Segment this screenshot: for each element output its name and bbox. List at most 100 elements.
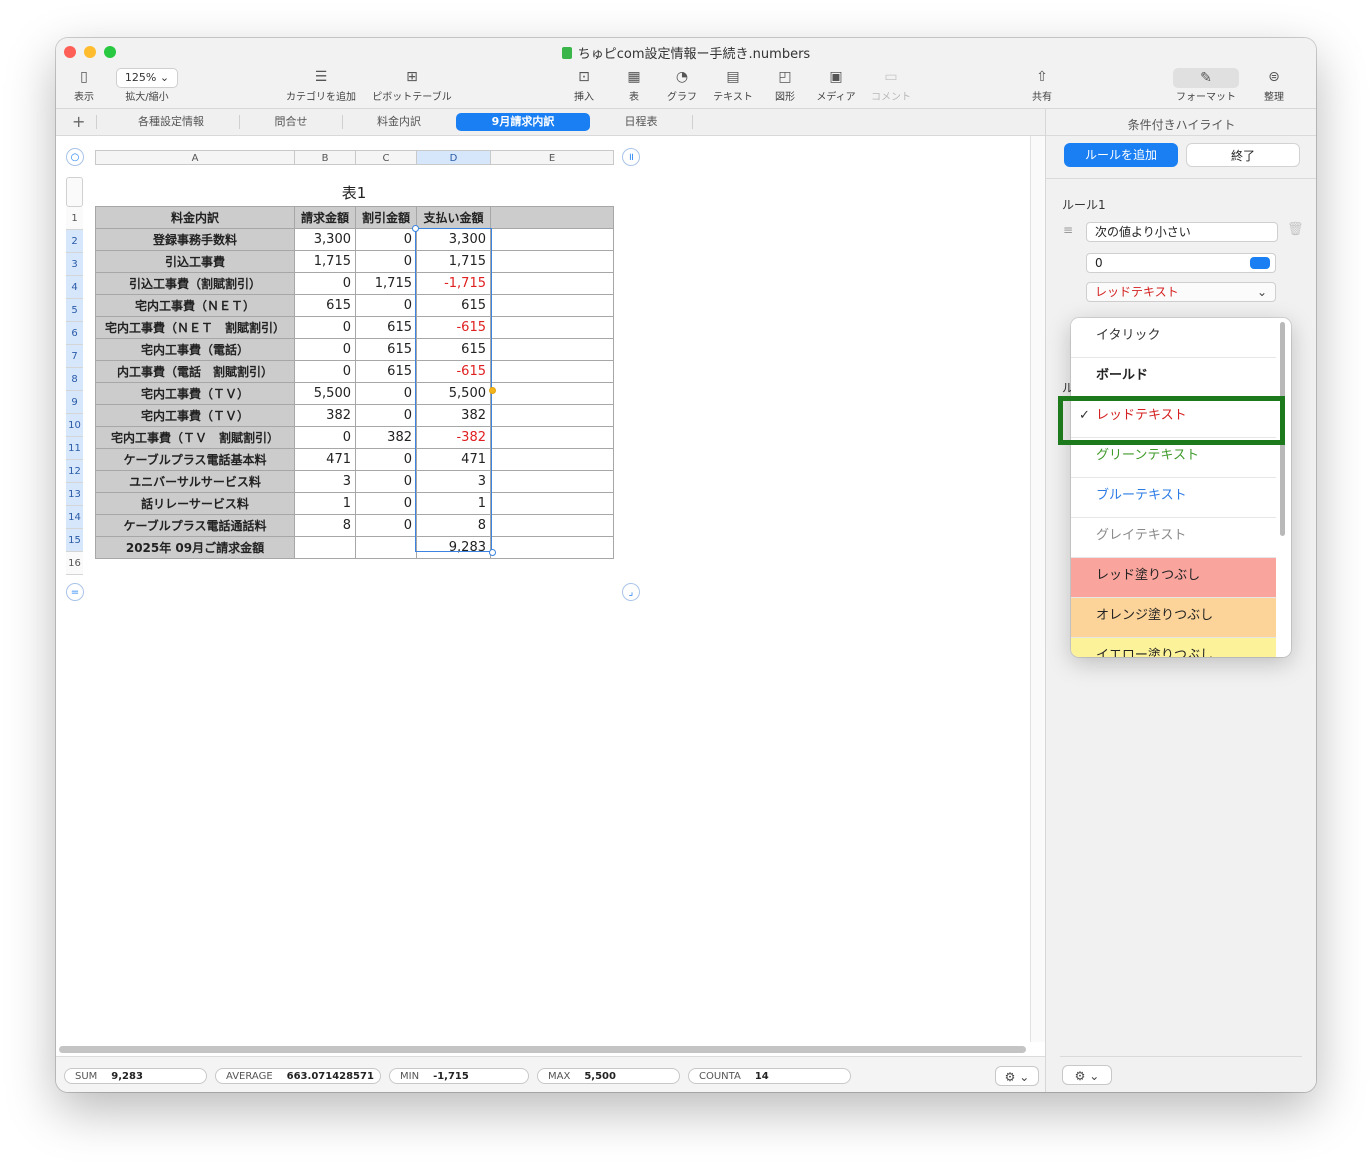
table-row[interactable]: 宅内工事費（ＮＥＴ） 615 0 615 [95, 294, 614, 317]
label-cell[interactable]: 内工事費（電話 割賦割引） [95, 360, 295, 383]
row-header-7[interactable]: 7 [66, 345, 83, 368]
column-header-e[interactable]: E [490, 150, 614, 165]
empty-cell[interactable] [490, 492, 614, 515]
table-row[interactable]: 登録事務手数料 3,300 0 3,300 [95, 228, 614, 251]
paid-cell[interactable]: 615 [416, 294, 491, 317]
discount-cell[interactable]: 0 [355, 492, 417, 515]
billed-cell[interactable]: 615 [294, 294, 356, 317]
billed-cell[interactable]: 0 [294, 272, 356, 295]
table-row[interactable]: 引込工事費 1,715 0 1,715 [95, 250, 614, 273]
label-cell[interactable]: ケーブルプラス電話通話料 [95, 514, 295, 537]
table-row[interactable]: 引込工事費（割賦割引） 0 1,715 -1,715 [95, 272, 614, 295]
total-billed-cell[interactable] [294, 536, 356, 559]
header-discount-cell[interactable]: 割引金額 [355, 206, 417, 229]
stat-sum[interactable]: SUM 9,283 [64, 1068, 207, 1084]
billed-cell[interactable]: 0 [294, 338, 356, 361]
view-button[interactable]: ▯ 表示 [68, 68, 100, 103]
billed-cell[interactable]: 0 [294, 426, 356, 449]
stat-counta[interactable]: COUNTA 14 [688, 1068, 851, 1084]
empty-cell[interactable] [490, 426, 614, 449]
table-row[interactable]: 宅内工事費（ＴＶ） 382 0 382 [95, 404, 614, 427]
discount-cell[interactable]: 0 [355, 294, 417, 317]
stat-average[interactable]: AVERAGE 663.071428571 [215, 1068, 381, 1084]
vertical-scrollbar[interactable] [1030, 136, 1046, 1042]
stat-min[interactable]: MIN -1,715 [389, 1068, 529, 1084]
tab-fee-breakdown[interactable]: 料金内訳 [344, 113, 454, 131]
discount-cell[interactable]: 1,715 [355, 272, 417, 295]
row-header-2[interactable]: 2 [66, 230, 83, 253]
label-cell[interactable]: 宅内工事費（ＴＶ 割賦割引） [95, 426, 295, 449]
shape-button[interactable]: ◰ 図形 [770, 68, 800, 103]
empty-cell[interactable] [490, 250, 614, 273]
add-row-button[interactable]: = [66, 583, 84, 601]
discount-cell[interactable]: 0 [355, 470, 417, 493]
cell-reference-icon[interactable] [1250, 257, 1270, 269]
paid-cell[interactable]: 3,300 [416, 228, 491, 251]
header-empty-cell[interactable] [490, 206, 614, 229]
style-option[interactable]: グレイテキスト [1071, 518, 1276, 558]
organize-button[interactable]: ⊜ 整理 [1258, 68, 1290, 103]
billed-cell[interactable]: 8 [294, 514, 356, 537]
paid-cell[interactable]: -615 [416, 316, 491, 339]
empty-cell[interactable] [490, 536, 614, 559]
insert-button[interactable]: ⊡ 挿入 [569, 68, 599, 103]
header-label-cell[interactable]: 料金内訳 [95, 206, 295, 229]
discount-cell[interactable]: 0 [355, 514, 417, 537]
row-header-5[interactable]: 5 [66, 299, 83, 322]
add-column-button[interactable]: ॥ [622, 148, 640, 166]
trash-icon[interactable]: 🗑 [1287, 222, 1304, 237]
paid-cell[interactable]: 8 [416, 514, 491, 537]
label-cell[interactable]: 引込工事費 [95, 250, 295, 273]
paid-cell[interactable]: 471 [416, 448, 491, 471]
paid-cell[interactable]: -382 [416, 426, 491, 449]
table-button[interactable]: ▦ 表 [620, 68, 648, 103]
add-rule-button[interactable]: ルールを追加 [1064, 143, 1178, 167]
label-cell[interactable]: 引込工事費（割賦割引） [95, 272, 295, 295]
row-header-15[interactable]: 15 [66, 529, 83, 552]
condition-select[interactable]: 次の値より小さい [1086, 222, 1278, 242]
column-header-d[interactable]: D [416, 150, 491, 165]
total-paid-cell[interactable]: 9,283 [416, 536, 491, 559]
billed-cell[interactable]: 0 [294, 360, 356, 383]
empty-cell[interactable] [490, 470, 614, 493]
zoom-control[interactable]: 125% ⌄ 拡大/縮小 [114, 68, 180, 103]
empty-cell[interactable] [490, 404, 614, 427]
style-option[interactable]: ボールド [1071, 358, 1276, 398]
billed-cell[interactable]: 382 [294, 404, 356, 427]
discount-cell[interactable]: 615 [355, 316, 417, 339]
row-header-8[interactable]: 8 [66, 368, 83, 391]
billed-cell[interactable]: 471 [294, 448, 356, 471]
row-header-4[interactable]: 4 [66, 276, 83, 299]
style-option[interactable]: ブルーテキスト [1071, 478, 1276, 518]
empty-cell[interactable] [490, 272, 614, 295]
text-button[interactable]: ▤ テキスト [711, 68, 755, 103]
row-header-1[interactable]: 1 [66, 207, 83, 230]
selection-handle[interactable] [412, 225, 419, 232]
row-header-10[interactable]: 10 [66, 414, 83, 437]
table-row[interactable]: 2025年 09月ご請求金額 9,283 [95, 536, 614, 559]
paid-cell[interactable]: 5,500 [416, 382, 491, 405]
style-option[interactable]: レッド塗りつぶし [1071, 558, 1276, 598]
header-paid-cell[interactable]: 支払い金額 [416, 206, 491, 229]
style-option[interactable]: イタリック [1071, 318, 1276, 358]
add-category-button[interactable]: ☰ カテゴリを追加 [284, 68, 358, 103]
discount-cell[interactable]: 0 [355, 250, 417, 273]
add-sheet-button[interactable]: + [72, 112, 85, 131]
discount-cell[interactable]: 382 [355, 426, 417, 449]
text-style-dropdown[interactable]: イタリック ボールド ✓ レッドテキスト グリーンテキスト ブルーテキスト グレイテキストレ… [1071, 318, 1291, 657]
discount-cell[interactable]: 0 [355, 228, 417, 251]
discount-cell[interactable]: 0 [355, 448, 417, 471]
comment-button[interactable]: ▭ コメント [869, 68, 913, 103]
row-header-3[interactable]: 3 [66, 253, 83, 276]
paid-cell[interactable]: 1 [416, 492, 491, 515]
discount-cell[interactable]: 615 [355, 360, 417, 383]
label-cell[interactable]: 宅内工事費（ＴＶ） [95, 382, 295, 405]
horizontal-scrollbar[interactable] [59, 1046, 1026, 1053]
label-cell[interactable]: 宅内工事費（電話） [95, 338, 295, 361]
media-button[interactable]: ▣ メディア [813, 68, 859, 103]
done-button[interactable]: 終了 [1186, 143, 1300, 167]
empty-cell[interactable] [490, 316, 614, 339]
stat-max[interactable]: MAX 5,500 [537, 1068, 680, 1084]
label-cell[interactable]: ケーブルプラス電話基本料 [95, 448, 295, 471]
tab-inquiries[interactable]: 問合せ [242, 113, 340, 131]
